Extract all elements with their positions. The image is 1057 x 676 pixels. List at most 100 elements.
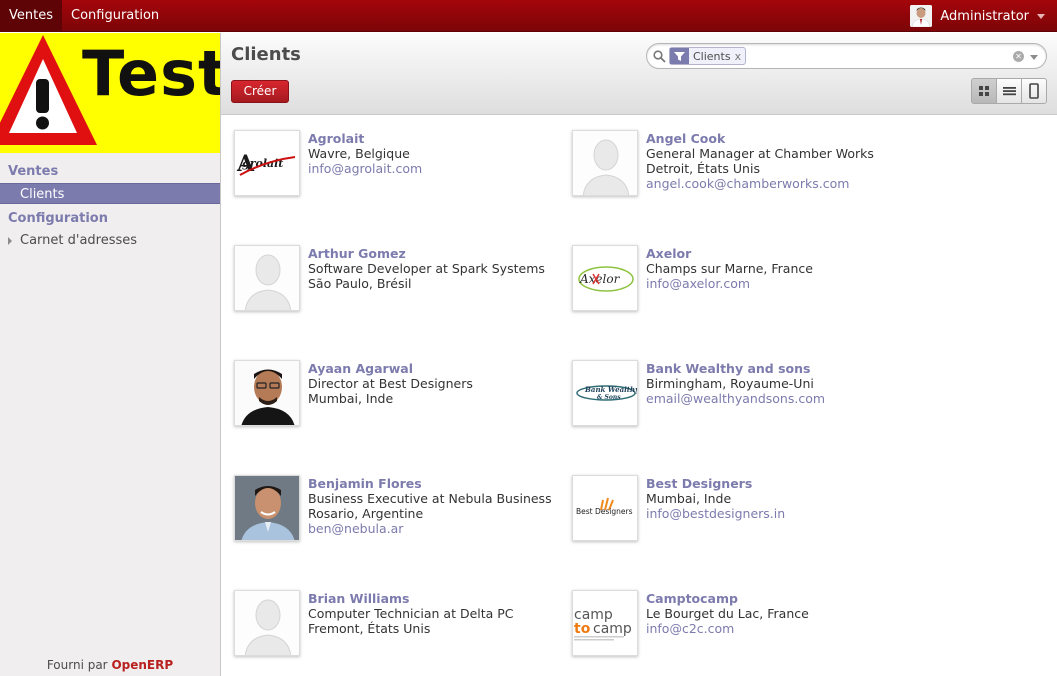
client-line1: Business Executive at Nebula Business [308, 491, 552, 506]
client-line1: Director at Best Designers [308, 376, 473, 391]
client-card[interactable]: Best Designers Best Designers Mumbai, In… [559, 461, 889, 561]
client-name[interactable]: Arthur Gomez [308, 246, 545, 261]
chevron-down-icon [1037, 13, 1045, 19]
person-photo [234, 360, 300, 426]
view-switcher [971, 78, 1047, 104]
camptocamp-logo: camp to camp [572, 590, 638, 656]
client-info: Agrolait Wavre, Belgique info@agrolait.c… [308, 131, 422, 176]
client-line2: Fremont, États Unis [308, 621, 431, 636]
user-avatar [910, 5, 933, 27]
powered-by-prefix: Fourni par [46, 658, 108, 672]
client-email[interactable]: info@axelor.com [646, 276, 813, 291]
client-email[interactable]: angel.cook@chamberworks.com [646, 176, 874, 191]
client-info: Arthur Gomez Software Developer at Spark… [308, 246, 545, 291]
client-line1: Software Developer at Spark Systems [308, 261, 545, 276]
sidebar: Test Ventes Clients Configuration Carnet… [0, 33, 221, 676]
form-view-button[interactable] [1021, 78, 1047, 104]
list-icon [1002, 87, 1016, 96]
client-line2: Rosario, Argentine [308, 506, 424, 521]
client-card[interactable]: grolait A Agrolait Wavre, Belgique info@… [221, 116, 551, 216]
svg-text:camp: camp [593, 621, 632, 637]
bestdesigners-logo: Best Designers [572, 475, 638, 541]
create-button[interactable]: Créer [231, 80, 289, 103]
view-header: Clients Créer Clients x ✕ [221, 33, 1057, 115]
client-card[interactable]: Ayaan Agarwal Director at Best Designers… [221, 346, 551, 446]
search-options-dropdown-icon[interactable] [1030, 55, 1038, 60]
client-line2: Mumbai, Inde [308, 391, 394, 406]
sidebar-section-configuration: Configuration [8, 211, 108, 226]
svg-text:Axelor: Axelor [579, 272, 621, 286]
svg-text:Best Designers: Best Designers [576, 507, 633, 516]
client-line2: São Paulo, Brésil [308, 276, 412, 291]
client-card[interactable]: Arthur Gomez Software Developer at Spark… [221, 231, 551, 331]
sidebar-item-clients[interactable]: Clients [0, 183, 220, 204]
client-line1: Le Bourget du Lac, France [646, 606, 809, 621]
client-email[interactable]: info@bestdesigners.in [646, 506, 785, 521]
client-line1: General Manager at Chamber Works [646, 146, 874, 161]
client-card[interactable]: Axelor Axelor Champs sur Marne, France i… [559, 231, 889, 331]
grid-icon [979, 86, 989, 96]
client-name[interactable]: Bank Wealthy and sons [646, 361, 825, 376]
client-name[interactable]: Brian Williams [308, 591, 514, 606]
client-card[interactable]: Bank Wealthy & Sons Bank Wealthy and son… [559, 346, 889, 446]
client-name[interactable]: Agrolait [308, 131, 422, 146]
top-menu: Ventes Configuration [0, 0, 168, 32]
client-email[interactable]: email@wealthyandsons.com [646, 391, 825, 406]
page-title: Clients [231, 44, 301, 65]
form-icon [1029, 83, 1039, 99]
person-placeholder-icon [572, 130, 638, 196]
client-info: Angel Cook General Manager at Chamber Wo… [646, 131, 874, 191]
client-email[interactable]: info@agrolait.com [308, 161, 422, 176]
search-icon [653, 50, 666, 63]
clear-search-icon[interactable]: ✕ [1013, 51, 1024, 62]
client-name[interactable]: Axelor [646, 246, 813, 261]
client-info: Best Designers Mumbai, Inde info@bestdes… [646, 476, 785, 521]
client-line1: Mumbai, Inde [646, 491, 732, 506]
company-logo[interactable]: Test [0, 33, 220, 153]
sidebar-item-carnet[interactable]: Carnet d'adresses [0, 230, 220, 251]
search-facet: Clients x [669, 47, 747, 65]
client-name[interactable]: Benjamin Flores [308, 476, 552, 491]
client-card[interactable]: Brian Williams Computer Technician at De… [221, 576, 551, 676]
menu-configuration[interactable]: Configuration [62, 0, 168, 32]
agrolait-logo: grolait A [234, 130, 300, 196]
client-name[interactable]: Best Designers [646, 476, 785, 491]
list-view-button[interactable] [996, 78, 1022, 104]
client-line1: Birmingham, Royaume-Uni [646, 376, 814, 391]
menu-ventes[interactable]: Ventes [0, 0, 62, 32]
kanban-view: grolait A Agrolait Wavre, Belgique info@… [221, 116, 1057, 676]
facet-label: Clients [693, 49, 731, 63]
client-card[interactable]: Angel Cook General Manager at Chamber Wo… [559, 116, 889, 216]
client-line2: Detroit, États Unis [646, 161, 760, 176]
svg-text:Bank Wealthy: Bank Wealthy [584, 385, 638, 394]
client-line1: Computer Technician at Delta PC [308, 606, 514, 621]
svg-text:to: to [574, 621, 591, 637]
client-info: Bank Wealthy and sons Birmingham, Royaum… [646, 361, 825, 406]
user-name: Administrator [940, 8, 1029, 24]
client-name[interactable]: Camptocamp [646, 591, 809, 606]
person-placeholder-icon [234, 245, 300, 311]
client-card[interactable]: camp to camp Camptocamp Le Bourget du La… [559, 576, 889, 676]
axelor-logo: Axelor [572, 245, 638, 311]
search-box[interactable]: Clients x ✕ [646, 43, 1047, 69]
client-info: Brian Williams Computer Technician at De… [308, 591, 514, 636]
openerp-link[interactable]: OpenERP [111, 658, 173, 672]
client-info: Benjamin Flores Business Executive at Ne… [308, 476, 552, 536]
expand-triangle-icon [8, 237, 12, 245]
logo-text: Test [82, 37, 220, 110]
svg-text:& Sons: & Sons [597, 394, 621, 401]
client-line1: Champs sur Marne, France [646, 261, 813, 276]
user-menu[interactable]: Administrator [910, 4, 1045, 28]
client-info: Ayaan Agarwal Director at Best Designers… [308, 361, 473, 406]
client-name[interactable]: Ayaan Agarwal [308, 361, 473, 376]
client-name[interactable]: Angel Cook [646, 131, 874, 146]
client-info: Axelor Champs sur Marne, France info@axe… [646, 246, 813, 291]
kanban-view-button[interactable] [971, 78, 997, 104]
client-email[interactable]: info@c2c.com [646, 621, 809, 636]
top-bar: Ventes Configuration Administrator [0, 0, 1057, 32]
sidebar-item-label: Carnet d'adresses [20, 233, 138, 248]
client-email[interactable]: ben@nebula.ar [308, 521, 552, 536]
facet-remove-icon[interactable]: x [735, 50, 746, 63]
client-card[interactable]: Benjamin Flores Business Executive at Ne… [221, 461, 552, 561]
bank-logo: Bank Wealthy & Sons [572, 360, 638, 426]
